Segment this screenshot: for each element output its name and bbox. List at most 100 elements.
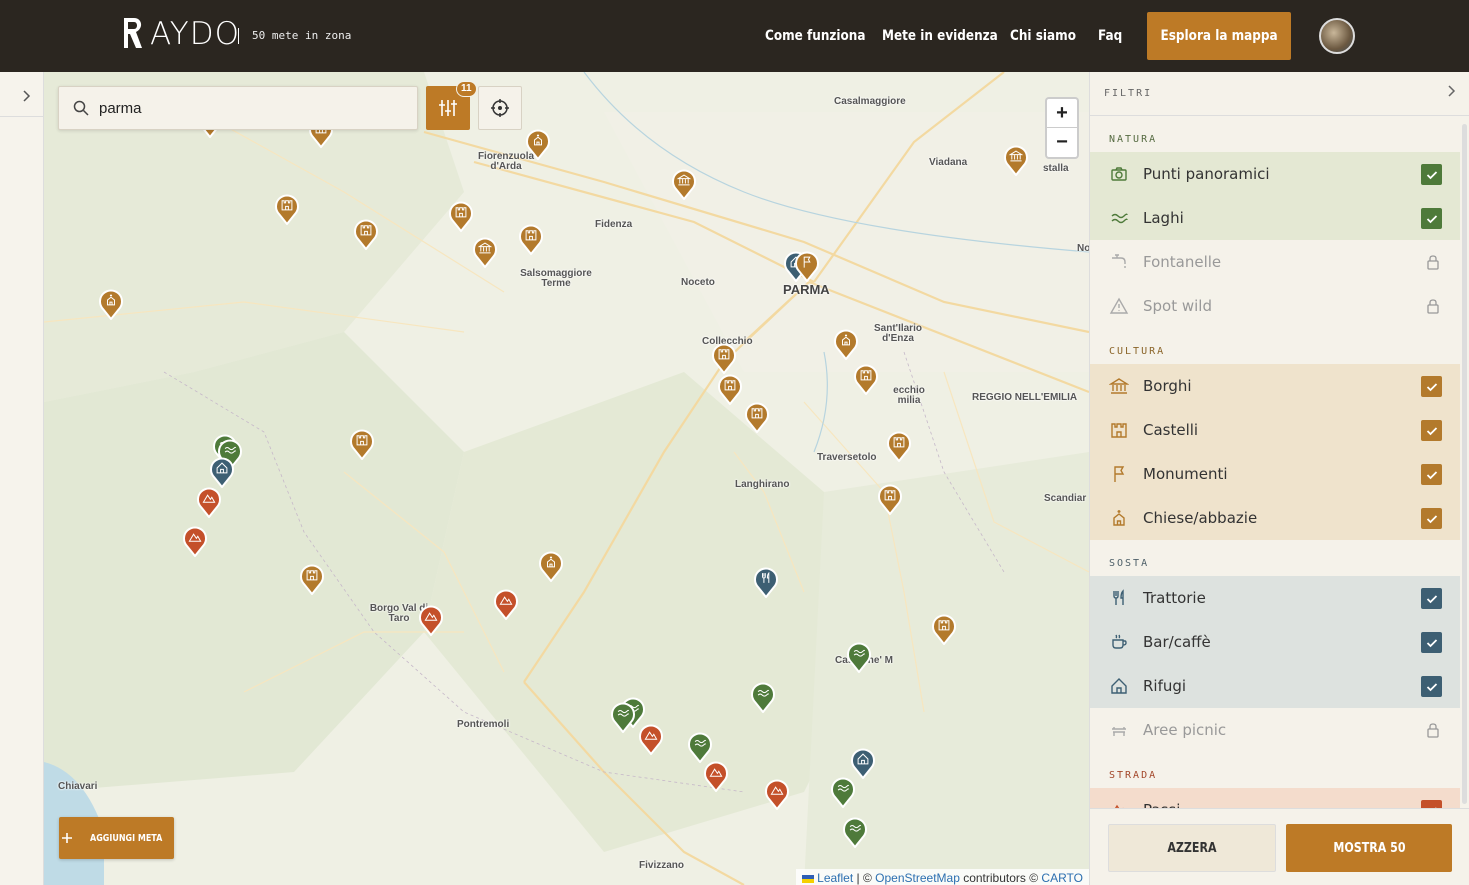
- leaflet-link[interactable]: Leaflet: [817, 871, 853, 885]
- nav-chi-siamo[interactable]: Chi siamo: [1010, 28, 1076, 44]
- logo[interactable]: AYDO: [120, 16, 240, 52]
- map-marker-bank[interactable]: [472, 236, 498, 269]
- map-marker-castle[interactable]: [853, 363, 879, 396]
- reset-filters-button[interactable]: AZZERA: [1108, 824, 1276, 872]
- map-marker-castle[interactable]: [744, 401, 770, 434]
- check-icon: [1426, 170, 1437, 179]
- filter-checkbox[interactable]: [1421, 676, 1442, 697]
- expand-left-panel-button[interactable]: [14, 84, 38, 108]
- add-destination-button[interactable]: AGGIUNGI META: [59, 817, 174, 859]
- map[interactable]: Casalmaggiore Fiorenzuola d'Arda Viadana…: [44, 72, 1089, 885]
- map-marker-castle[interactable]: [886, 430, 912, 463]
- map-marker-strada[interactable]: [493, 588, 519, 621]
- map-marker-church[interactable]: [525, 128, 551, 161]
- filter-cultura-2[interactable]: Monumenti: [1090, 452, 1460, 496]
- map-marker-sosta-house[interactable]: [209, 456, 235, 489]
- map-marker-castle[interactable]: [274, 193, 300, 226]
- map-marker-castle[interactable]: [299, 563, 325, 596]
- map-attribution: Leaflet | © OpenStreetMap contributors ©…: [795, 869, 1089, 885]
- filter-sosta-1[interactable]: Bar/caffè: [1090, 620, 1460, 664]
- filter-cultura-1[interactable]: Castelli: [1090, 408, 1460, 452]
- filters-list[interactable]: NATURA Punti panoramici Laghi Fontanelle Spo…: [1090, 116, 1460, 808]
- map-marker-strada[interactable]: [418, 604, 444, 637]
- map-marker-castle[interactable]: [877, 483, 903, 516]
- section-strada: STRADA: [1109, 770, 1158, 781]
- map-marker-natura[interactable]: [842, 816, 868, 849]
- coffee-icon: [1109, 632, 1129, 652]
- flag-icon: [1109, 464, 1129, 484]
- map-marker-church[interactable]: [538, 550, 564, 583]
- logo-mark-icon: [124, 18, 142, 48]
- map-marker-church[interactable]: [833, 328, 859, 361]
- filter-checkbox[interactable]: [1421, 420, 1442, 441]
- zoom-in-button[interactable]: +: [1047, 99, 1077, 128]
- map-marker-strada[interactable]: [764, 778, 790, 811]
- filter-label: Monumenti: [1143, 465, 1228, 483]
- map-marker-strada[interactable]: [638, 723, 664, 756]
- filter-checkbox[interactable]: [1421, 800, 1442, 808]
- map-marker-strada[interactable]: [182, 525, 208, 558]
- map-marker-castle[interactable]: [349, 428, 375, 461]
- map-marker-bank[interactable]: [1003, 144, 1029, 177]
- carto-link[interactable]: CARTO: [1041, 871, 1083, 885]
- filter-checkbox[interactable]: [1421, 164, 1442, 185]
- add-destination-label: AGGIUNGI META: [90, 832, 163, 844]
- map-marker-castle[interactable]: [448, 200, 474, 233]
- map-marker-natura[interactable]: [750, 681, 776, 714]
- map-marker-natura[interactable]: [610, 701, 636, 734]
- map-marker-castle[interactable]: [711, 342, 737, 375]
- map-marker-strada[interactable]: [703, 760, 729, 793]
- filter-strada-0[interactable]: Passi: [1090, 788, 1460, 808]
- sliders-icon: [439, 100, 457, 116]
- nav-come-funziona[interactable]: Come funziona: [765, 28, 865, 44]
- filter-checkbox[interactable]: [1421, 376, 1442, 397]
- map-marker-bank[interactable]: [671, 168, 697, 201]
- check-icon: [1426, 470, 1437, 479]
- filters-scrollbar[interactable]: [1462, 124, 1467, 804]
- collapse-filters-button[interactable]: [1446, 84, 1456, 103]
- filter-checkbox[interactable]: [1421, 208, 1442, 229]
- place-pontremoli: Pontremoli: [457, 719, 510, 730]
- filter-sosta-2[interactable]: Rifugi: [1090, 664, 1460, 708]
- place-fivizzano: Fivizzano: [639, 860, 685, 871]
- filter-natura-0[interactable]: Punti panoramici: [1090, 152, 1460, 196]
- filter-cultura-3[interactable]: Chiese/abbazie: [1090, 496, 1460, 540]
- search-icon: [73, 100, 89, 116]
- show-results-button[interactable]: MOSTRA 50: [1286, 824, 1452, 872]
- cutlery-icon: [1109, 588, 1129, 608]
- map-marker-monument[interactable]: [794, 250, 820, 283]
- map-marker-sosta-house[interactable]: [850, 747, 876, 780]
- map-marker-castle[interactable]: [518, 223, 544, 256]
- map-marker-church[interactable]: [98, 288, 124, 321]
- search-box: [58, 86, 418, 130]
- camera-icon: [1109, 164, 1129, 184]
- filters-panel-header: FILTRI: [1090, 72, 1469, 116]
- filter-sosta-0[interactable]: Trattorie: [1090, 576, 1460, 620]
- map-marker-strada[interactable]: [196, 486, 222, 519]
- filter-checkbox[interactable]: [1421, 508, 1442, 529]
- map-marker-natura[interactable]: [830, 776, 856, 809]
- map-marker-natura[interactable]: [687, 731, 713, 764]
- plus-icon: [62, 833, 73, 843]
- osm-link[interactable]: OpenStreetMap: [875, 871, 960, 885]
- map-marker-castle[interactable]: [931, 613, 957, 646]
- filter-checkbox[interactable]: [1421, 588, 1442, 609]
- search-input[interactable]: [99, 99, 399, 117]
- locate-button[interactable]: [478, 86, 522, 130]
- nav-mete-in-evidenza[interactable]: Mete in evidenza: [882, 28, 998, 44]
- map-marker-castle[interactable]: [717, 373, 743, 406]
- avatar[interactable]: [1319, 18, 1355, 54]
- nav-faq[interactable]: Faq: [1098, 28, 1122, 44]
- filter-cultura-0[interactable]: Borghi: [1090, 364, 1460, 408]
- map-marker-sosta-fork[interactable]: [753, 566, 779, 599]
- explore-map-button[interactable]: Esplora la mappa: [1147, 12, 1291, 60]
- filter-label: Punti panoramici: [1143, 165, 1270, 183]
- map-marker-natura[interactable]: [846, 641, 872, 674]
- crosshair-icon: [491, 99, 509, 117]
- bench-icon: [1109, 720, 1129, 740]
- map-marker-castle[interactable]: [353, 218, 379, 251]
- filter-checkbox[interactable]: [1421, 464, 1442, 485]
- filter-natura-1[interactable]: Laghi: [1090, 196, 1460, 240]
- zoom-out-button[interactable]: −: [1047, 128, 1077, 157]
- filter-checkbox[interactable]: [1421, 632, 1442, 653]
